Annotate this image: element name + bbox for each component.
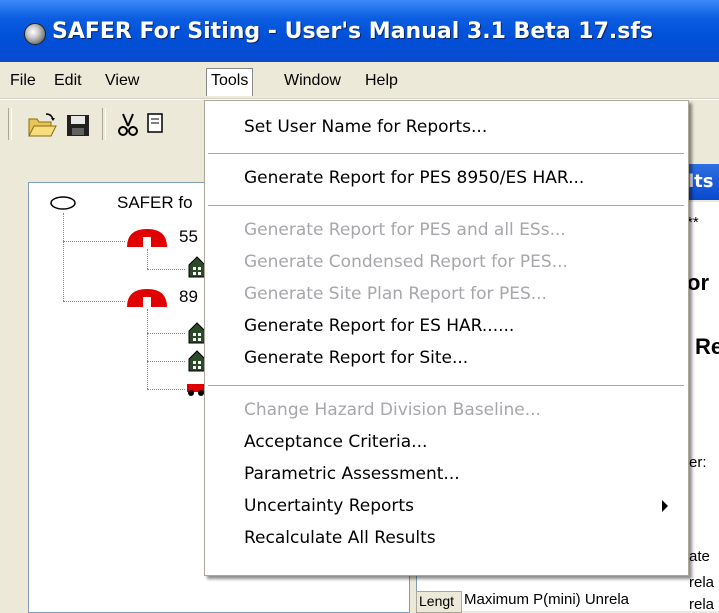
open-folder-icon[interactable] <box>26 110 58 140</box>
site-root-icon <box>50 196 76 210</box>
results-text: ate <box>689 548 710 565</box>
results-text: rela <box>689 574 715 591</box>
tree-root-label[interactable]: SAFER fo <box>117 193 193 213</box>
pes-dome-icon[interactable] <box>125 287 169 309</box>
tree-item-label[interactable]: 89 <box>179 287 198 307</box>
menu-item-set-user-name[interactable]: Set User Name for Reports... <box>244 114 487 140</box>
tree-line <box>147 269 185 270</box>
menu-item-acceptance-criteria[interactable]: Acceptance Criteria... <box>244 429 427 455</box>
menu-item-report-es-har[interactable]: Generate Report for ES HAR...... <box>244 313 514 339</box>
tree-line <box>63 301 125 302</box>
max-pmini-label: Maximum P(mini) Unrela <box>464 591 630 608</box>
menu-item-condensed-report[interactable]: Generate Condensed Report for PES... <box>244 249 568 275</box>
tools-dropdown-menu: Set User Name for Reports... Generate Re… <box>204 100 689 576</box>
toolbar-grip <box>8 108 12 140</box>
pes-dome-icon[interactable] <box>125 227 169 249</box>
menu-window[interactable]: Window <box>280 69 345 93</box>
results-text: er: <box>689 454 707 471</box>
menu-separator <box>208 153 684 154</box>
tree-line <box>147 309 148 389</box>
menu-bar: File Edit View Tools Window Help <box>0 62 719 99</box>
tree-line <box>63 241 125 242</box>
menu-item-uncertainty-reports[interactable]: Uncertainty Reports <box>244 493 414 519</box>
tree-line <box>147 389 185 390</box>
cut-scissors-icon[interactable] <box>112 110 144 140</box>
tree-line <box>63 213 64 301</box>
menu-separator <box>208 205 684 206</box>
length-label-cell: Lengt <box>416 591 462 613</box>
menu-separator <box>208 385 684 386</box>
menu-item-report-pes-all-es[interactable]: Generate Report for PES and all ESs... <box>244 217 566 243</box>
results-panel-header: lts <box>686 164 719 200</box>
save-disk-icon[interactable] <box>62 110 94 140</box>
length-label: Lengt <box>419 593 455 609</box>
menu-file[interactable]: File <box>6 69 40 93</box>
title-bar: SAFER For Siting - User's Manual 3.1 Bet… <box>0 0 719 62</box>
menu-item-report-pes-es-har[interactable]: Generate Report for PES 8950/ES HAR... <box>244 165 584 191</box>
menu-item-report-site[interactable]: Generate Report for Site... <box>244 345 468 371</box>
menu-edit[interactable]: Edit <box>50 69 86 93</box>
menu-item-parametric-assessment[interactable]: Parametric Assessment... <box>244 461 460 487</box>
menu-item-change-hd-baseline[interactable]: Change Hazard Division Baseline... <box>244 397 541 423</box>
results-heading: or <box>687 270 709 295</box>
menu-view[interactable]: View <box>101 69 143 93</box>
results-text: rela <box>689 596 715 613</box>
submenu-arrow-icon <box>662 500 668 512</box>
tree-line <box>147 333 185 334</box>
app-icon[interactable] <box>24 23 46 45</box>
menu-help[interactable]: Help <box>361 69 402 93</box>
tree-line <box>147 249 148 269</box>
tree-item-label[interactable]: 55 <box>179 227 198 247</box>
toolbar-separator <box>102 108 106 140</box>
menu-item-recalculate-all[interactable]: Recalculate All Results <box>244 525 436 551</box>
copy-icon[interactable] <box>144 110 176 140</box>
menu-item-site-plan-report[interactable]: Generate Site Plan Report for PES... <box>244 281 547 307</box>
window-title: SAFER For Siting - User's Manual 3.1 Bet… <box>52 19 653 44</box>
menu-tools[interactable]: Tools <box>206 68 254 96</box>
results-subheading: Re <box>695 334 719 359</box>
tree-line <box>147 361 185 362</box>
